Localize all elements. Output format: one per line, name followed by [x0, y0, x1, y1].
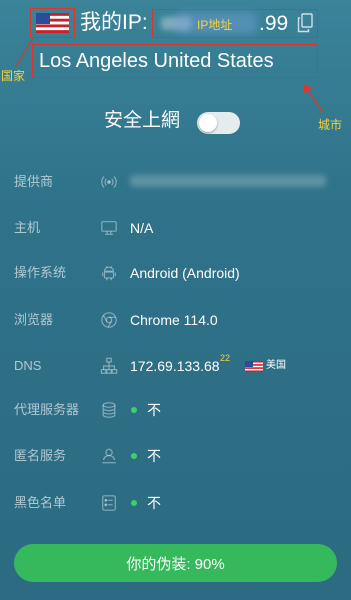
- status-ok-dot: [131, 453, 137, 459]
- us-flag-icon: [245, 361, 263, 372]
- provider-blurred-value: [130, 175, 326, 187]
- row-label: 黑色名单: [14, 495, 67, 510]
- copy-icon[interactable]: [297, 13, 313, 33]
- ip-address-box: IP地址 .99: [152, 9, 318, 38]
- row-label: 代理服务器: [14, 402, 80, 417]
- my-ip-label: 我的IP:: [80, 11, 148, 34]
- row-os: 操作系统 Android (Android): [0, 261, 351, 285]
- status-ok-dot: [131, 407, 137, 413]
- safe-browsing-label: 安全上網: [104, 110, 181, 131]
- row-label: 主机: [14, 220, 41, 235]
- location-box: Los Angeles United States: [32, 44, 318, 78]
- row-anonymity: 匿名服务 不: [0, 444, 351, 468]
- row-provider: 提供商: [0, 170, 351, 194]
- network-icon: [100, 357, 118, 375]
- status-text: 不: [147, 402, 161, 418]
- monitor-icon: [100, 219, 118, 237]
- blacklist-icon: [100, 494, 118, 512]
- status-text: 不: [147, 448, 161, 464]
- row-proxy: 代理服务器 不: [0, 398, 351, 422]
- status-ok-dot: [131, 500, 137, 506]
- ip-annotation-label: IP地址: [197, 18, 233, 32]
- row-browser: 浏览器 Chrome 114.0: [0, 308, 351, 332]
- database-icon: [100, 401, 118, 419]
- ip-check-screen: 我的IP: IP地址 .99 国家 Los Angeles United Sta…: [0, 0, 351, 600]
- country-flag-box: [30, 8, 75, 38]
- status-text: 不: [147, 495, 161, 511]
- dns-count-superscript: 22: [220, 353, 231, 363]
- row-label: DNS: [14, 358, 42, 373]
- country-pointer-line: [15, 37, 34, 67]
- antenna-icon: [100, 173, 118, 191]
- dns-country: 美国: [266, 360, 286, 371]
- row-host: 主机 N/A: [0, 216, 351, 240]
- city-arrow: [303, 84, 324, 113]
- row-dns: DNS 172.69.133.68 22 美国: [0, 353, 351, 378]
- user-icon: [100, 447, 118, 465]
- country-annotation-label: 国家: [1, 69, 26, 83]
- toggle-knob[interactable]: [199, 114, 217, 132]
- row-label: 浏览器: [14, 312, 54, 327]
- row-label: 操作系统: [14, 265, 67, 280]
- location-text: Los Angeles United States: [39, 50, 274, 72]
- row-blacklist: 黑色名单 不: [0, 491, 351, 515]
- row-label: 提供商: [14, 174, 54, 189]
- dns-ip-value: 172.69.133.68: [130, 358, 220, 374]
- safe-browsing-toggle[interactable]: [197, 112, 240, 134]
- chrome-icon: [100, 311, 118, 329]
- row-value: Chrome 114.0: [130, 312, 218, 328]
- android-icon: [100, 264, 118, 282]
- row-value: N/A: [130, 220, 154, 236]
- row-value: Android (Android): [130, 265, 240, 281]
- us-flag-icon: [36, 13, 69, 33]
- disguise-score-button[interactable]: 你的伪装: 90%: [14, 544, 337, 582]
- city-annotation-label: 城市: [318, 118, 343, 132]
- ip-suffix: .99: [259, 12, 289, 35]
- row-label: 匿名服务: [14, 448, 67, 463]
